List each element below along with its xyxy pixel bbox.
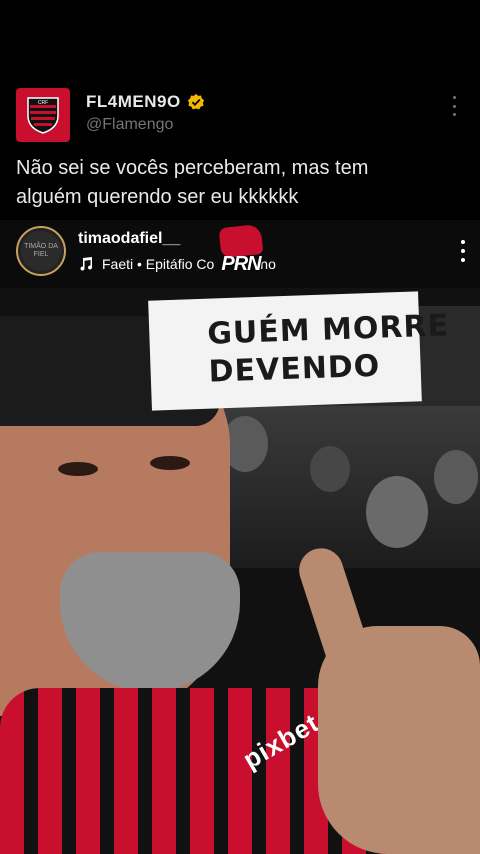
flamengo-avatar[interactable]: CRF: [16, 88, 70, 142]
verified-badge-icon: [187, 93, 204, 110]
tweet-more-icon[interactable]: [444, 96, 464, 116]
flamengo-crest-icon: CRF: [27, 97, 59, 134]
display-name[interactable]: FL4MEN9O: [86, 92, 181, 112]
music-title: Faeti • Epitáfio Co: [102, 256, 215, 272]
embedded-reel-video[interactable]: TIMÃO DA FIEL timaodafiel__ Faeti • Epit…: [0, 220, 480, 854]
reel-avatar[interactable]: TIMÃO DA FIEL: [16, 226, 66, 276]
reel-header: TIMÃO DA FIEL timaodafiel__ Faeti • Epit…: [0, 220, 480, 288]
svg-text:CRF: CRF: [38, 100, 48, 106]
banner-line-2: DEVENDO: [208, 348, 381, 390]
prn-watermark: PRN: [214, 223, 268, 276]
hand: [318, 626, 480, 854]
music-note-icon: [80, 257, 93, 271]
watermark-text: PRN: [221, 253, 261, 275]
reel-avatar-text: TIMÃO DA FIEL: [21, 231, 61, 271]
handle[interactable]: @Flamengo: [86, 116, 173, 134]
reel-username[interactable]: timaodafiel__: [78, 230, 180, 248]
tweet-text: Não sei se vocês perceberam, mas tem alg…: [16, 157, 369, 208]
reel-more-icon[interactable]: [460, 240, 466, 262]
protest-banner: GUÉM MORRE DEVENDO: [148, 291, 450, 411]
